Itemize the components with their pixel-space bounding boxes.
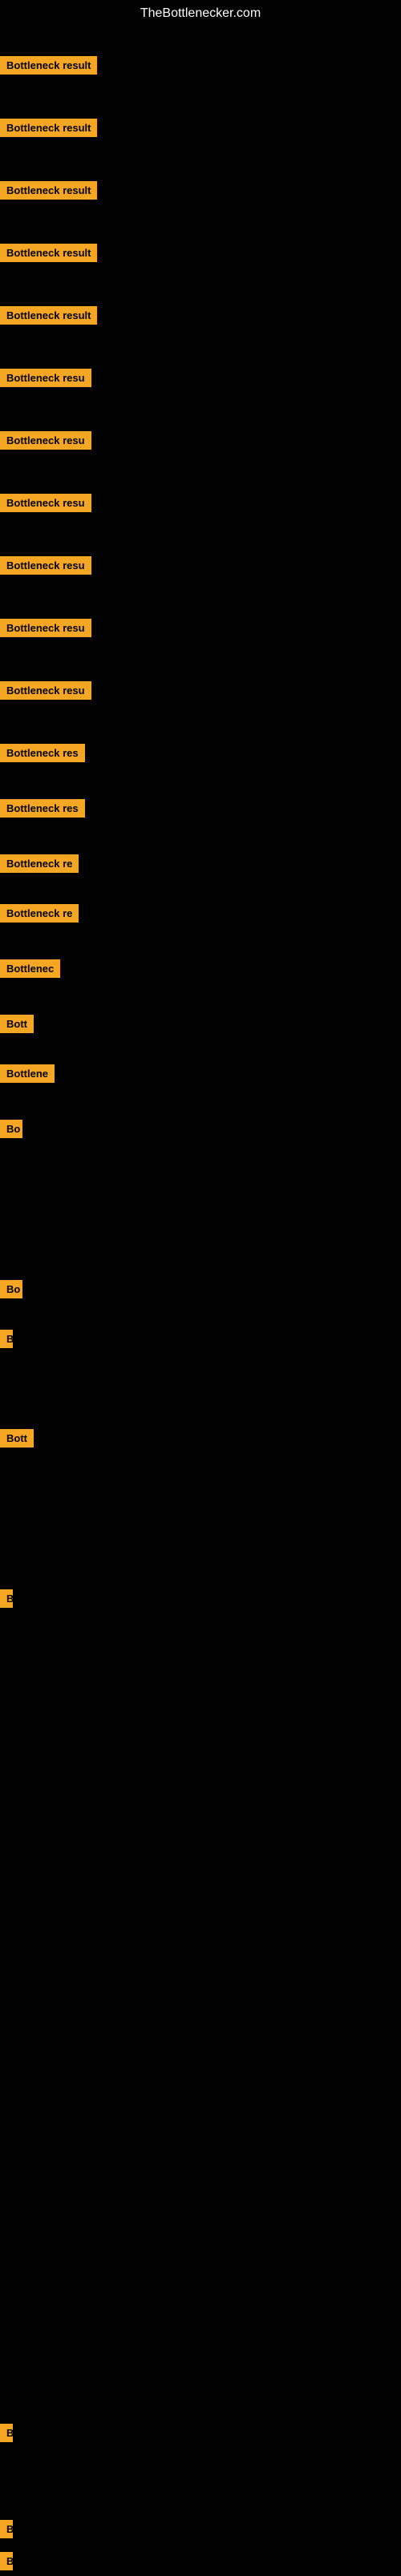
bottleneck-badge-25: Bott: [0, 1429, 34, 1447]
bottleneck-badge-11: Bottleneck resu: [0, 681, 91, 700]
bottleneck-badge-18: Bottlene: [0, 1064, 55, 1083]
bottleneck-badge-9: Bottleneck resu: [0, 556, 91, 575]
bottleneck-badge-19: Bo: [0, 1120, 22, 1138]
bottleneck-badge-10: Bottleneck resu: [0, 619, 91, 637]
bottleneck-badge-6: Bottleneck resu: [0, 369, 91, 387]
bottleneck-badge-23: B: [0, 1330, 13, 1348]
bottleneck-badge-5: Bottleneck result: [0, 306, 97, 325]
bottleneck-badge-39: B: [0, 2520, 13, 2538]
bottleneck-badge-14: Bottleneck re: [0, 854, 79, 873]
bottleneck-badge-16: Bottlenec: [0, 959, 60, 978]
bottleneck-badge-4: Bottleneck result: [0, 244, 97, 262]
bottleneck-badge-3: Bottleneck result: [0, 181, 97, 200]
bottleneck-badge-12: Bottleneck res: [0, 744, 85, 762]
bottleneck-badge-22: Bo: [0, 1280, 22, 1298]
bottleneck-badge-8: Bottleneck resu: [0, 494, 91, 512]
bottleneck-badge-40: B: [0, 2552, 13, 2570]
bottleneck-badge-7: Bottleneck resu: [0, 431, 91, 450]
bottleneck-badge-1: Bottleneck result: [0, 56, 97, 75]
bottleneck-badge-17: Bott: [0, 1015, 34, 1033]
bottleneck-badge-15: Bottleneck re: [0, 904, 79, 923]
bottleneck-badge-13: Bottleneck res: [0, 799, 85, 818]
bottleneck-badge-2: Bottleneck result: [0, 119, 97, 137]
bottleneck-badge-36: B: [0, 2424, 13, 2442]
site-title: TheBottlenecker.com: [0, 0, 401, 27]
bottleneck-badge-28: B: [0, 1589, 13, 1608]
